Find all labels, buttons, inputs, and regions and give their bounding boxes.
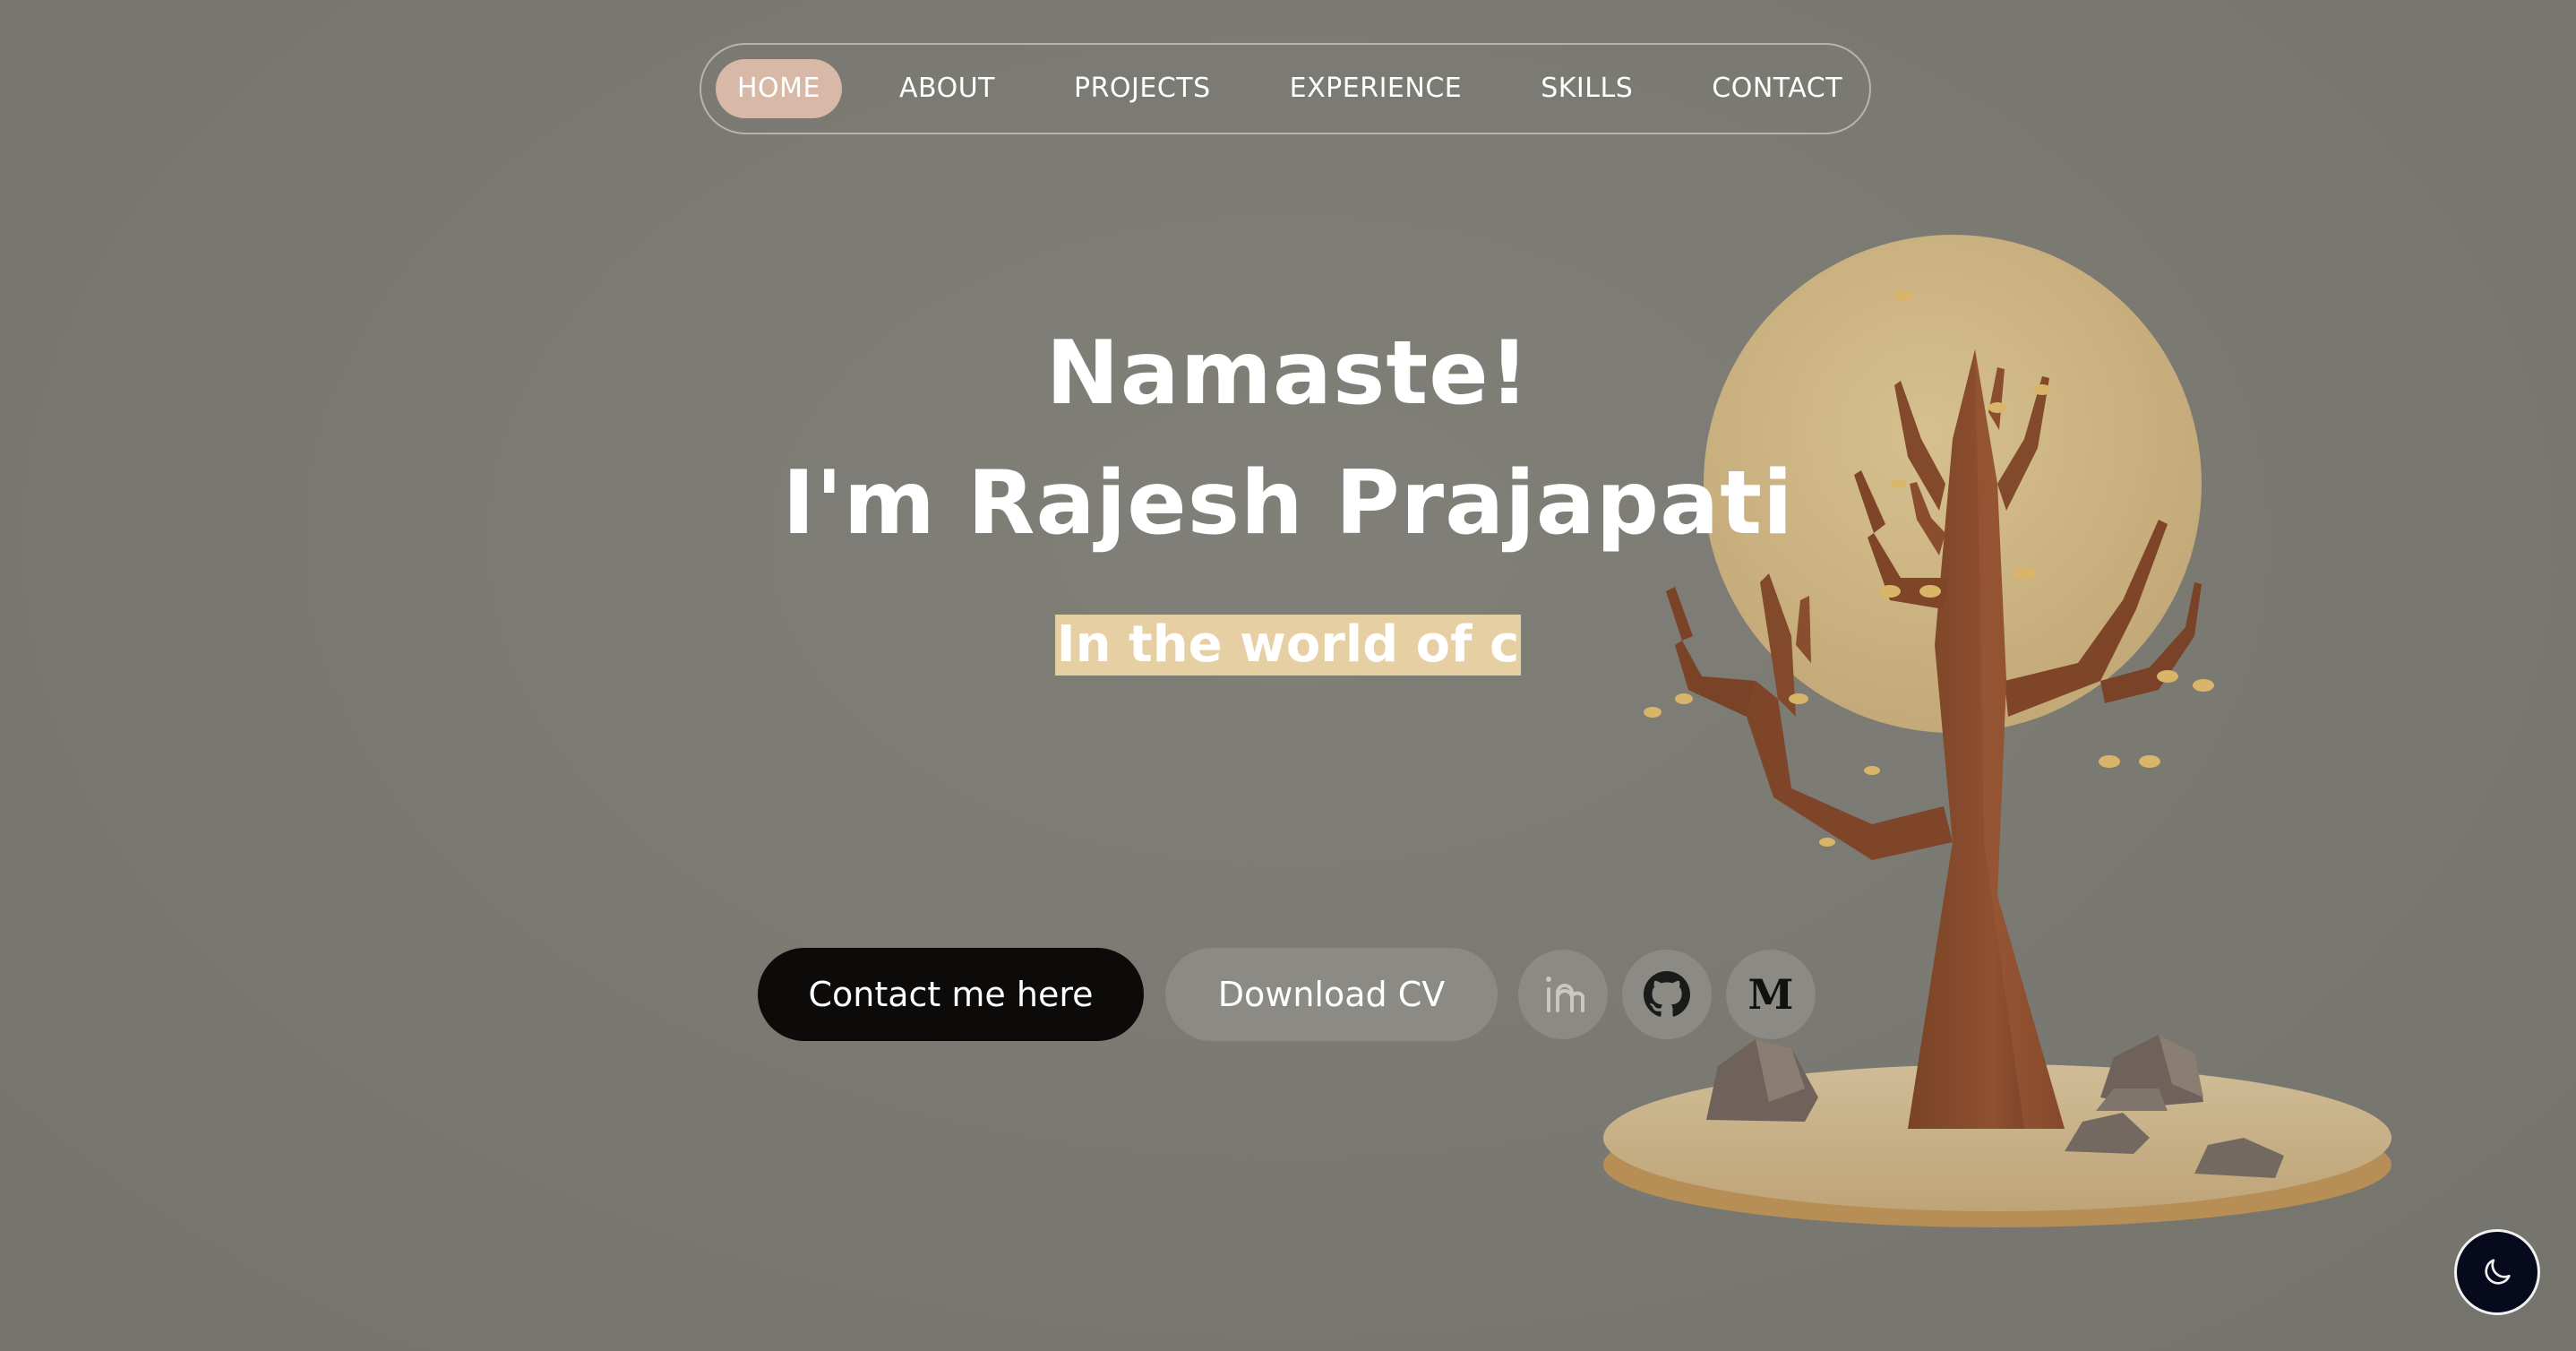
download-cv-button[interactable]: Download CV — [1165, 948, 1498, 1041]
github-icon — [1644, 971, 1690, 1017]
typewriter-text: In the world of c — [1054, 615, 1522, 676]
contact-me-button[interactable]: Contact me here — [758, 948, 1144, 1041]
theme-toggle-button[interactable] — [2454, 1229, 2540, 1315]
linkedin-icon — [1546, 977, 1584, 1012]
linkedin-button[interactable] — [1518, 950, 1608, 1039]
github-button[interactable] — [1622, 950, 1712, 1039]
page: HOME ABOUT PROJECTS EXPERIENCE SKILLS CO… — [0, 0, 2576, 1351]
nav-item-experience[interactable]: EXPERIENCE — [1268, 59, 1484, 118]
hero-name: I'm Rajesh Prajapati — [782, 452, 1794, 555]
nav-item-projects[interactable]: PROJECTS — [1052, 59, 1232, 118]
svg-text:M: M — [1748, 970, 1794, 1019]
nav-item-skills[interactable]: SKILLS — [1519, 59, 1654, 118]
moon-icon — [2485, 1259, 2511, 1285]
medium-button[interactable]: M — [1726, 950, 1816, 1039]
typewriter-container: In the world of c — [0, 615, 2576, 676]
medium-icon: M — [1748, 970, 1794, 1019]
hero-greeting: Namaste! — [1045, 323, 1531, 425]
nav-item-home[interactable]: HOME — [716, 59, 843, 118]
main-nav: HOME ABOUT PROJECTS EXPERIENCE SKILLS CO… — [700, 43, 1871, 134]
nav-item-contact[interactable]: CONTACT — [1690, 59, 1864, 118]
nav-item-about[interactable]: ABOUT — [878, 59, 1017, 118]
